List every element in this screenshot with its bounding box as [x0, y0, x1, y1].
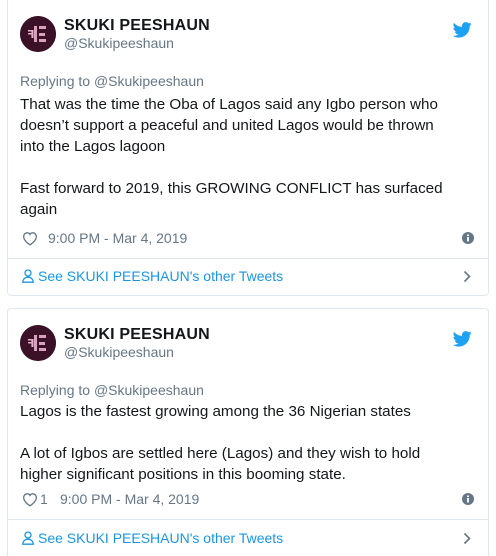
divider	[8, 258, 488, 259]
other-tweets-link[interactable]: See SKUKI PEESHAUN's other Tweets	[20, 265, 474, 287]
person-icon	[22, 269, 34, 283]
svg-text:ꟻ: ꟻ	[27, 337, 35, 350]
heart-icon[interactable]	[22, 492, 38, 507]
other-tweets-link[interactable]: See SKUKI PEESHAUN's other Tweets	[20, 527, 474, 549]
twitter-bird-icon[interactable]	[453, 22, 472, 38]
divider	[8, 519, 488, 520]
tweet-header: ꟻ SKUKI PEESHAUN @Skukipeeshaun	[20, 321, 476, 369]
heart-icon[interactable]	[22, 231, 38, 246]
tweet-card[interactable]: ꟻ SKUKI PEESHAUN @Skukipeeshaun Replying…	[7, 0, 489, 296]
twitter-bird-icon[interactable]	[453, 331, 472, 347]
replying-prefix: Replying to	[20, 382, 91, 398]
person-icon	[22, 531, 34, 545]
tweet-meta: 1 9:00 PM - Mar 4, 2019	[20, 489, 474, 509]
replying-prefix: Replying to	[20, 73, 91, 89]
author-name[interactable]: SKUKI PEESHAUN	[64, 325, 210, 344]
tweet-card[interactable]: ꟻ SKUKI PEESHAUN @Skukipeeshaun Replying…	[7, 308, 489, 556]
replying-mention-link[interactable]: @Skukipeeshaun	[94, 73, 204, 89]
replying-mention-link[interactable]: @Skukipeeshaun	[94, 382, 204, 398]
tweet-text: Lagos is the fastest growing among the 3…	[20, 403, 421, 483]
tweet-meta: 9:00 PM - Mar 4, 2019	[20, 228, 474, 248]
other-tweets-label[interactable]: See SKUKI PEESHAUN's other Tweets	[38, 265, 283, 287]
timestamp-link[interactable]: 9:00 PM - Mar 4, 2019	[48, 228, 187, 248]
tweet-text: That was the time the Oba of Lagos said …	[20, 96, 443, 218]
author-handle[interactable]: @Skukipeeshaun	[64, 343, 174, 361]
author-handle[interactable]: @Skukipeeshaun	[64, 34, 174, 52]
tweet-header: ꟻ SKUKI PEESHAUN @Skukipeeshaun	[20, 12, 476, 60]
other-tweets-label[interactable]: See SKUKI PEESHAUN's other Tweets	[38, 527, 283, 549]
chevron-right-icon[interactable]	[463, 270, 472, 283]
avatar[interactable]: ꟻ	[20, 16, 56, 52]
like-count: 1	[40, 491, 48, 507]
timestamp-link[interactable]: 9:00 PM - Mar 4, 2019	[60, 489, 199, 509]
replying-to: Replying to @Skukipeeshaun	[20, 381, 204, 399]
info-icon[interactable]	[462, 493, 474, 505]
author-name[interactable]: SKUKI PEESHAUN	[64, 16, 210, 35]
svg-text:ꟻ: ꟻ	[27, 28, 35, 41]
info-icon[interactable]	[462, 232, 474, 244]
chevron-right-icon[interactable]	[463, 532, 472, 545]
avatar[interactable]: ꟻ	[20, 325, 56, 361]
replying-to: Replying to @Skukipeeshaun	[20, 72, 204, 90]
